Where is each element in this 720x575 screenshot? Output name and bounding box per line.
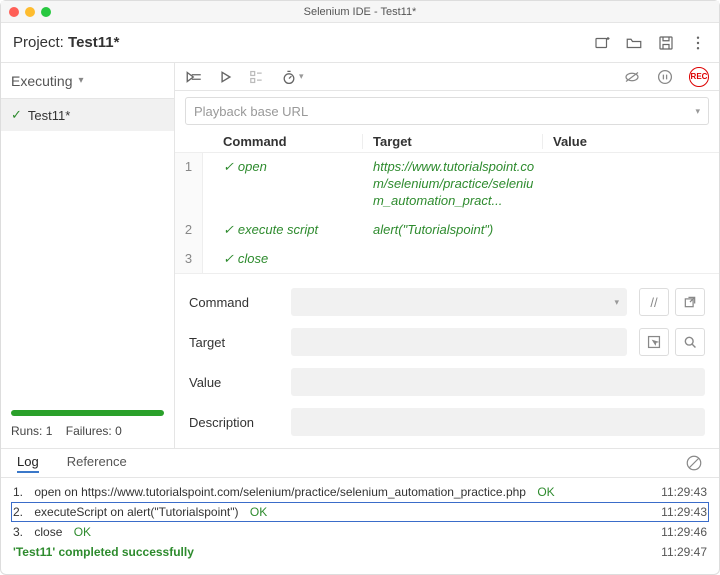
log-index: 3. xyxy=(13,525,23,539)
row-index: 3 xyxy=(175,245,203,273)
playback-url-placeholder: Playback base URL xyxy=(194,104,308,119)
chevron-down-icon: ▾ xyxy=(695,106,700,117)
form-value-label: Value xyxy=(189,375,279,390)
header-target: Target xyxy=(363,134,543,149)
log-timestamp: 11:29:43 xyxy=(661,485,707,499)
run-current-button[interactable] xyxy=(219,70,233,84)
row-target: alert("Tutorialspoint") xyxy=(363,216,543,245)
command-form: Command ▾ // Target Value Des xyxy=(175,274,719,448)
row-value xyxy=(543,216,719,245)
step-button[interactable] xyxy=(249,70,265,84)
log-row[interactable]: 1. open on https://www.tutorialspoint.co… xyxy=(11,482,709,502)
tab-reference[interactable]: Reference xyxy=(67,454,127,473)
window-title: Selenium IDE - Test11* xyxy=(1,6,719,18)
save-project-icon[interactable] xyxy=(657,34,675,52)
failures-label: Failures: xyxy=(66,424,112,438)
content-area: ▾ REC Playback base URL ▾ Command Target… xyxy=(175,63,719,448)
record-button[interactable]: REC xyxy=(689,67,709,87)
runs-value: 1 xyxy=(46,424,53,438)
progress-bar xyxy=(11,410,164,416)
log-index: 1. xyxy=(13,485,23,499)
row-index: 1 xyxy=(175,153,203,216)
log-message: executeScript on alert("Tutorialspoint") xyxy=(34,505,238,519)
log-message: close xyxy=(34,525,62,539)
log-timestamp: 11:29:47 xyxy=(661,545,707,559)
row-command: open xyxy=(238,159,267,210)
command-table: 1 ✓open https://www.tutorialspoint.com/s… xyxy=(175,153,719,274)
form-description-input[interactable] xyxy=(291,408,705,436)
form-target-input[interactable] xyxy=(291,328,627,356)
check-icon: ✓ xyxy=(223,159,234,210)
project-label: Project: xyxy=(13,34,64,51)
row-target xyxy=(363,245,543,273)
row-value xyxy=(543,153,719,216)
toolbar: ▾ REC xyxy=(175,63,719,91)
check-icon: ✓ xyxy=(223,222,234,239)
chevron-down-icon: ▾ xyxy=(78,75,83,86)
open-project-icon[interactable] xyxy=(625,34,643,52)
bottom-tabs: Log Reference xyxy=(1,448,719,478)
log-timestamp: 11:29:43 xyxy=(661,505,707,519)
check-icon: ✓ xyxy=(223,251,234,267)
log-completed-message: 'Test11' completed successfully xyxy=(13,545,194,559)
table-row[interactable]: 1 ✓open https://www.tutorialspoint.com/s… xyxy=(175,153,719,216)
playback-url-input[interactable]: Playback base URL ▾ xyxy=(185,97,709,125)
pause-button[interactable] xyxy=(657,69,673,85)
log-row-completed: 'Test11' completed successfully 11:29:47 xyxy=(11,542,709,562)
row-value xyxy=(543,245,719,273)
sidebar-test-label: Test11* xyxy=(28,108,70,123)
sidebar-header-label: Executing xyxy=(11,73,72,89)
table-row[interactable]: 2 ✓execute script alert("Tutorialspoint"… xyxy=(175,216,719,245)
row-index: 2 xyxy=(175,216,203,245)
tab-log[interactable]: Log xyxy=(17,454,39,473)
new-project-icon[interactable] xyxy=(593,34,611,52)
run-all-button[interactable] xyxy=(185,70,203,84)
chevron-down-icon: ▾ xyxy=(614,297,619,308)
row-command: close xyxy=(238,251,268,267)
log-status: OK xyxy=(537,485,554,499)
log-message: open on https://www.tutorialspoint.com/s… xyxy=(34,485,526,499)
speed-button[interactable]: ▾ xyxy=(281,69,304,85)
form-value-input[interactable] xyxy=(291,368,705,396)
main-area: Executing ▾ ✓ Test11* Runs: 1 Failures: … xyxy=(1,63,719,448)
open-new-window-button[interactable] xyxy=(675,288,705,316)
sidebar-test-item[interactable]: ✓ Test11* xyxy=(1,99,174,131)
clear-log-icon[interactable] xyxy=(685,454,703,472)
log-panel: 1. open on https://www.tutorialspoint.co… xyxy=(1,478,719,566)
row-target: https://www.tutorialspoint.com/selenium/… xyxy=(363,153,543,216)
log-status: OK xyxy=(74,525,91,539)
project-bar: Project: Test11* xyxy=(1,23,719,63)
log-index: 2. xyxy=(13,505,23,519)
log-status: OK xyxy=(250,505,267,519)
find-target-button[interactable] xyxy=(675,328,705,356)
log-row[interactable]: 2. executeScript on alert("Tutorialspoin… xyxy=(11,502,709,522)
runs-label: Runs: xyxy=(11,424,42,438)
sidebar: Executing ▾ ✓ Test11* Runs: 1 Failures: … xyxy=(1,63,175,448)
command-table-header: Command Target Value xyxy=(175,131,719,153)
header-command: Command xyxy=(203,134,363,149)
form-command-label: Command xyxy=(189,295,279,310)
disable-breakpoints-button[interactable] xyxy=(623,70,641,84)
sidebar-executing-header[interactable]: Executing ▾ xyxy=(1,63,174,99)
toggle-comment-button[interactable]: // xyxy=(639,288,669,316)
log-row[interactable]: 3. close OK 11:29:46 xyxy=(11,522,709,542)
log-timestamp: 11:29:46 xyxy=(661,525,707,539)
header-value: Value xyxy=(543,134,719,149)
form-command-input[interactable]: ▾ xyxy=(291,288,627,316)
form-target-label: Target xyxy=(189,335,279,350)
check-icon: ✓ xyxy=(11,107,22,123)
more-menu-icon[interactable] xyxy=(689,34,707,52)
table-row[interactable]: 3 ✓close xyxy=(175,245,719,273)
select-target-button[interactable] xyxy=(639,328,669,356)
window-titlebar: Selenium IDE - Test11* xyxy=(1,1,719,23)
project-title: Project: Test11* xyxy=(13,34,119,51)
project-name: Test11* xyxy=(68,34,119,51)
failures-value: 0 xyxy=(115,424,122,438)
run-stats: Runs: 1 Failures: 0 xyxy=(1,424,174,448)
row-command: execute script xyxy=(238,222,318,239)
form-description-label: Description xyxy=(189,415,279,430)
